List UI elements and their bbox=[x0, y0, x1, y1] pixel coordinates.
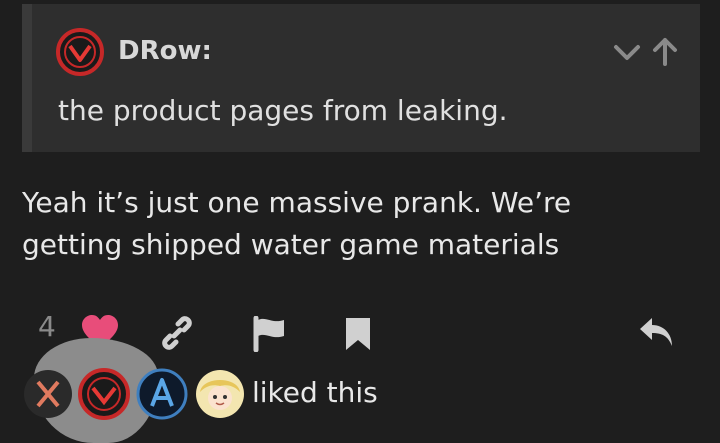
likers-row: liked this bbox=[20, 366, 420, 426]
blue-a-avatar-icon[interactable] bbox=[136, 368, 188, 420]
red-emblem-avatar-icon[interactable] bbox=[78, 368, 130, 420]
red-emblem-icon[interactable] bbox=[56, 28, 104, 76]
quote-text: the product pages from leaking. bbox=[58, 94, 508, 127]
quote-header: DRow: bbox=[56, 28, 680, 78]
post-text: Yeah it’s just one massive prank. We’re … bbox=[22, 186, 572, 261]
quote-controls bbox=[612, 36, 680, 68]
chevron-down-icon[interactable] bbox=[612, 36, 642, 72]
flag-icon[interactable] bbox=[252, 315, 288, 356]
quote-author[interactable]: DRow: bbox=[118, 36, 212, 66]
arrow-up-icon[interactable] bbox=[650, 36, 680, 72]
x-avatar-icon[interactable] bbox=[22, 368, 74, 420]
link-icon[interactable] bbox=[158, 314, 196, 356]
blonde-character-avatar-icon[interactable] bbox=[194, 368, 246, 420]
liked-this-label[interactable]: liked this bbox=[252, 376, 378, 409]
reply-icon[interactable] bbox=[638, 316, 674, 354]
like-count[interactable]: 4 bbox=[38, 310, 56, 343]
quote-block: DRow: the product pages from leaking. bbox=[22, 4, 700, 152]
bookmark-icon[interactable] bbox=[344, 316, 372, 356]
